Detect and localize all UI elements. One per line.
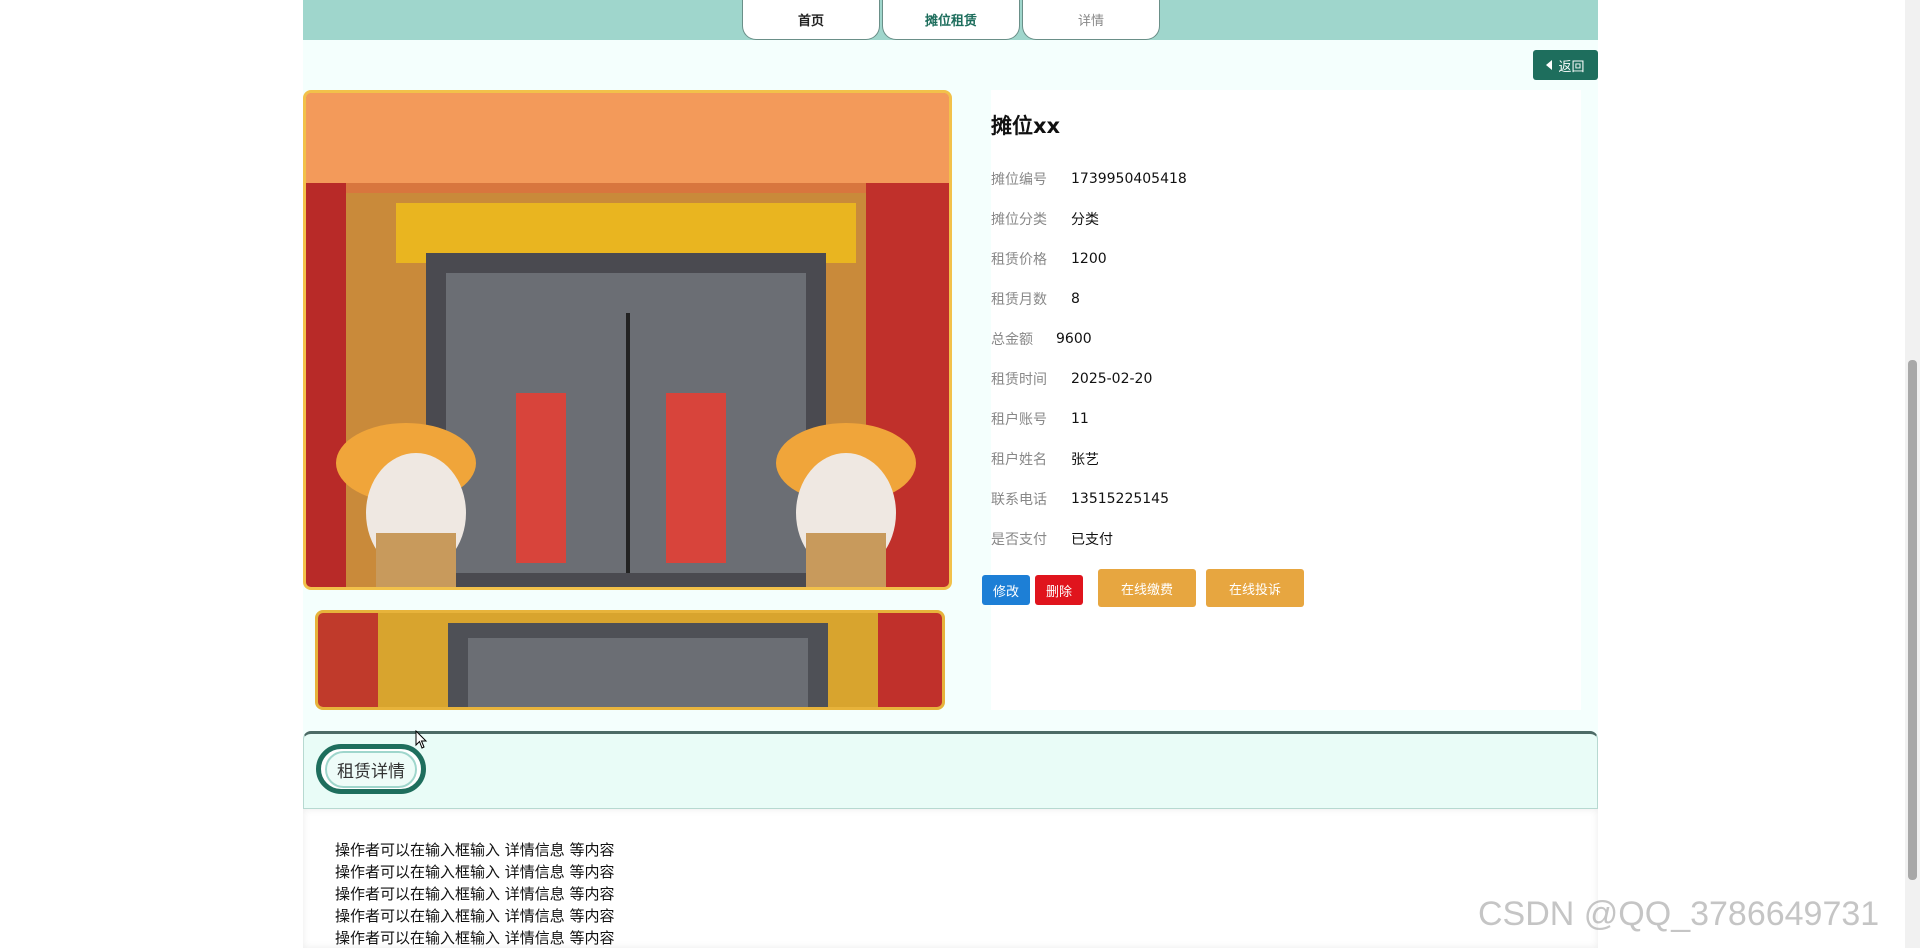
field-label: 租赁月数 [991, 292, 1047, 308]
detail-text-line: 操作者可以在输入框输入 详情信息 等内容 [335, 885, 615, 903]
field-value: 张艺 [1071, 452, 1099, 468]
field-value: 2025-02-20 [1071, 371, 1153, 387]
rental-details-header: 租赁详情 [303, 731, 1598, 809]
field-label: 联系电话 [991, 492, 1047, 508]
online-payment-button[interactable]: 在线缴费 [1098, 569, 1196, 607]
field-value: 9600 [1056, 331, 1092, 347]
field-paid-status: 是否支付 已支付 [991, 528, 1113, 550]
mouse-cursor-icon [415, 730, 428, 749]
field-value: 11 [1071, 411, 1089, 427]
stall-thumbnail[interactable] [315, 610, 945, 710]
stall-main-photo[interactable] [303, 90, 952, 590]
tab-home[interactable]: 首页 [742, 0, 880, 40]
rental-details-tab[interactable]: 租赁详情 [316, 744, 426, 794]
watermark-text: CSDN @QQ_3786649731 [1478, 895, 1880, 933]
field-tenant-account: 租户账号 11 [991, 408, 1089, 430]
online-complaint-button[interactable]: 在线投诉 [1206, 569, 1304, 607]
storefront-thumbnail-image [318, 613, 942, 707]
detail-text-line: 操作者可以在输入框输入 详情信息 等内容 [335, 841, 615, 859]
field-label: 租户姓名 [991, 452, 1047, 468]
back-button-label: 返回 [1558, 59, 1585, 75]
field-total-amount: 总金额 9600 [991, 328, 1092, 350]
field-value: 1739950405418 [1071, 171, 1187, 187]
field-rental-date: 租赁时间 2025-02-20 [991, 368, 1152, 390]
page: 首页 摊位租赁 详情 返回 摊位xx 摊位编号 1739950405418 摊位… [303, 0, 1598, 948]
detail-text-line: 操作者可以在输入框输入 详情信息 等内容 [335, 929, 615, 947]
field-rental-price: 租赁价格 1200 [991, 248, 1107, 270]
field-value: 13515225145 [1071, 491, 1169, 507]
scrollbar-thumb[interactable] [1908, 360, 1917, 880]
field-label: 摊位编号 [991, 172, 1047, 188]
field-label: 租赁时间 [991, 372, 1047, 388]
field-phone: 联系电话 13515225145 [991, 488, 1169, 510]
field-label: 租赁价格 [991, 252, 1047, 268]
stall-info-panel: 摊位xx 摊位编号 1739950405418 摊位分类 分类 租赁价格 120… [991, 90, 1581, 710]
field-stall-category: 摊位分类 分类 [991, 208, 1099, 230]
delete-button[interactable]: 删除 [1035, 575, 1083, 605]
field-label: 摊位分类 [991, 212, 1047, 228]
caret-left-icon [1546, 60, 1553, 70]
field-value: 1200 [1071, 251, 1107, 267]
tab-stall-rental[interactable]: 摊位租赁 [882, 0, 1020, 40]
field-value: 8 [1071, 291, 1080, 307]
storefront-image [306, 93, 949, 587]
field-label: 租户账号 [991, 412, 1047, 428]
field-label: 是否支付 [991, 532, 1047, 548]
field-value: 已支付 [1071, 532, 1113, 548]
field-tenant-name: 租户姓名 张艺 [991, 448, 1099, 470]
stall-title: 摊位xx [991, 114, 1061, 138]
rental-details-heading: 租赁详情 [325, 750, 417, 788]
back-button[interactable]: 返回 [1533, 50, 1598, 80]
detail-text-line: 操作者可以在输入框输入 详情信息 等内容 [335, 907, 615, 925]
top-nav-bar: 首页 摊位租赁 详情 [303, 0, 1598, 40]
edit-button[interactable]: 修改 [982, 575, 1030, 605]
page-scrollbar[interactable] [1905, 0, 1920, 948]
field-value: 分类 [1071, 212, 1099, 228]
field-stall-number: 摊位编号 1739950405418 [991, 168, 1187, 190]
field-label: 总金额 [991, 332, 1033, 348]
tab-details[interactable]: 详情 [1022, 0, 1160, 40]
nav-tabs: 首页 摊位租赁 详情 [742, 0, 1162, 40]
field-rental-months: 租赁月数 8 [991, 288, 1080, 310]
detail-text-line: 操作者可以在输入框输入 详情信息 等内容 [335, 863, 615, 881]
rental-details-content: 操作者可以在输入框输入 详情信息 等内容 操作者可以在输入框输入 详情信息 等内… [303, 809, 1598, 948]
